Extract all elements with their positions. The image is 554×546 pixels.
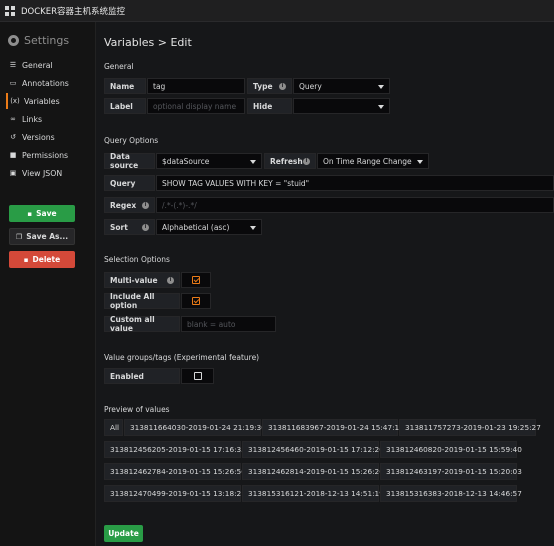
preview-value: 313811664030-2019-01-24 21:19:30 — [124, 419, 266, 436]
update-button[interactable]: Update — [104, 525, 143, 542]
checkbox-checked-icon — [192, 297, 200, 305]
preview-value: 313812462784-2019-01-15 15:26:56 — [104, 463, 246, 480]
settings-title: Settings — [24, 34, 70, 47]
preview-value: All — [104, 419, 123, 436]
sidebar-item-label: Links — [22, 114, 43, 124]
custom-all-label: Custom all value — [104, 315, 180, 333]
page-title: Variables > Edit — [104, 36, 192, 49]
save-button[interactable]: ▪ Save — [9, 205, 75, 222]
type-label: Type i — [247, 78, 292, 94]
save-as-button-label: Save As... — [26, 232, 69, 241]
name-label: Name — [104, 78, 146, 94]
regex-input[interactable]: /.*-(.*)-.*/ — [156, 197, 554, 213]
settings-header: Settings — [8, 34, 69, 47]
preview-value: 313812470499-2019-01-15 13:18:21 — [104, 485, 246, 502]
datasource-select[interactable]: $dataSource — [156, 153, 262, 169]
sort-label: Sort i — [104, 219, 155, 235]
sidebar-item-label: View JSON — [22, 168, 63, 178]
info-icon[interactable]: i — [142, 202, 149, 209]
preview-value: 313812462814-2019-01-15 15:26:26 — [242, 463, 384, 480]
trash-icon: ▪ — [23, 255, 29, 264]
sidebar-item-versions[interactable]: ↺ Versions — [8, 129, 94, 145]
dashboard-grid-icon[interactable] — [5, 5, 15, 16]
preview-value: 313811683967-2019-01-24 15:47:13 — [262, 419, 404, 436]
value-groups-section-title: Value groups/tags (Experimental feature) — [104, 353, 260, 362]
label-input[interactable]: optional display name — [147, 98, 245, 114]
preview-value: 313811757273-2019-01-23 19:25:27 — [399, 419, 541, 436]
custom-all-input[interactable]: blank = auto — [181, 316, 276, 332]
save-icon: ▪ — [27, 209, 33, 218]
info-icon[interactable]: i — [142, 224, 149, 231]
preview-section-title: Preview of values — [104, 405, 170, 414]
lock-icon: ■ — [9, 151, 17, 159]
hide-select[interactable] — [293, 98, 390, 114]
sliders-icon: ☰ — [9, 61, 17, 69]
sidebar-item-general[interactable]: ☰ General — [8, 57, 94, 73]
sidebar-item-label: General — [22, 60, 53, 70]
preview-value: 313812456460-2019-01-15 17:12:20 — [242, 441, 384, 458]
sidebar-item-view-json[interactable]: ▣ View JSON — [8, 165, 94, 181]
preview-value: 313812463197-2019-01-15 15:20:03 — [380, 463, 522, 480]
link-icon: ∞ — [10, 115, 16, 123]
preview-value: 313815316383-2018-12-13 14:46:57 — [380, 485, 522, 502]
hide-label: Hide — [247, 98, 292, 114]
delete-button-label: Delete — [32, 255, 61, 264]
preview-value: 313812456205-2019-01-15 17:16:35 — [104, 441, 246, 458]
preview-value: 313812460820-2019-01-15 15:59:40 — [380, 441, 522, 458]
history-icon: ↺ — [10, 133, 16, 141]
variable-editor: Variables > Edit General Name tag Type i … — [96, 22, 554, 546]
variable-icon: (x) — [10, 97, 20, 105]
sidebar-item-label: Versions — [22, 132, 55, 142]
name-input[interactable]: tag — [147, 78, 245, 94]
checkbox-unchecked-icon — [193, 372, 202, 380]
sidebar-item-label: Annotations — [22, 78, 69, 88]
general-section-title: General — [104, 62, 134, 71]
checkbox-checked-icon — [192, 276, 200, 284]
delete-button[interactable]: ▪ Delete — [9, 251, 75, 268]
gear-icon — [8, 35, 19, 46]
info-icon[interactable]: i — [167, 277, 174, 284]
refresh-label: Refresh i — [264, 153, 316, 169]
dashboard-title[interactable]: DOCKER容器主机系统监控 — [21, 5, 125, 17]
query-label: Query — [104, 175, 155, 191]
info-icon[interactable]: i — [303, 158, 310, 165]
info-icon[interactable]: i — [279, 83, 286, 90]
multi-value-checkbox[interactable] — [181, 272, 211, 288]
sidebar-item-label: Permissions — [22, 150, 69, 160]
sidebar-item-links[interactable]: ∞ Links — [8, 111, 94, 127]
preview-value: 313815316121-2018-12-13 14:51:19 — [242, 485, 384, 502]
query-options-section-title: Query Options — [104, 136, 159, 145]
top-bar: DOCKER容器主机系统监控 — [0, 0, 554, 22]
enabled-checkbox[interactable] — [181, 368, 214, 384]
settings-sidebar: Settings ☰ General ▭ Annotations (x) Var… — [0, 22, 96, 546]
sidebar-item-label: Variables — [24, 96, 60, 106]
include-all-checkbox[interactable] — [181, 293, 211, 309]
refresh-select[interactable]: On Time Range Change — [317, 153, 429, 169]
selection-options-section-title: Selection Options — [104, 255, 170, 264]
query-input[interactable]: SHOW TAG VALUES WITH KEY = "stuid" — [156, 175, 554, 191]
include-all-label: Include All option — [104, 292, 180, 310]
copy-icon: ❐ — [15, 232, 23, 241]
multi-value-label: Multi-value i — [104, 272, 180, 288]
regex-label: Regex i — [104, 197, 155, 213]
sidebar-item-variables[interactable]: (x) Variables — [6, 93, 92, 109]
comment-icon: ▭ — [9, 79, 17, 87]
datasource-label: Data source — [104, 152, 155, 170]
code-icon: ▣ — [9, 169, 17, 177]
sort-select[interactable]: Alphabetical (asc) — [156, 219, 262, 235]
sidebar-item-permissions[interactable]: ■ Permissions — [8, 147, 94, 163]
sidebar-item-annotations[interactable]: ▭ Annotations — [8, 75, 94, 91]
type-select[interactable]: Query — [293, 78, 390, 94]
label-label: Label — [104, 98, 146, 114]
enabled-label: Enabled — [104, 368, 180, 384]
save-as-button[interactable]: ❐ Save As... — [9, 228, 75, 245]
save-button-label: Save — [36, 209, 57, 218]
